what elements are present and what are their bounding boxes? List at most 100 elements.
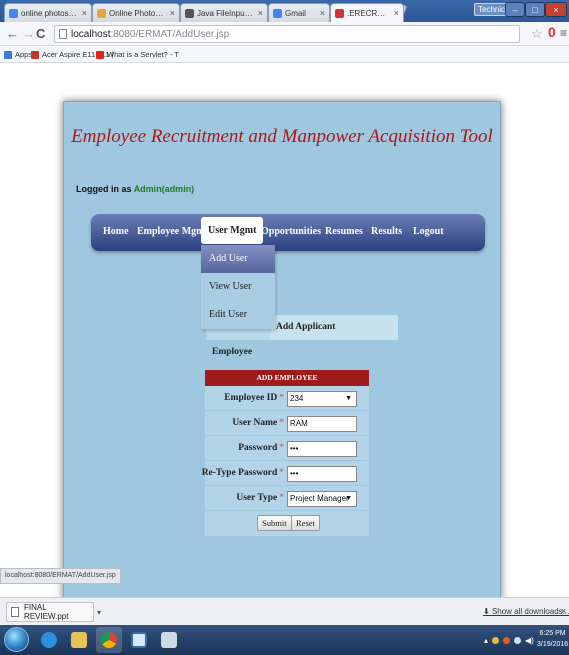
close-tab-icon[interactable]: ×	[258, 8, 263, 18]
browser-tab-1[interactable]: online photoshop free - ×	[4, 3, 92, 22]
url-host: localhost	[71, 28, 111, 40]
select-value: Project Manager	[290, 494, 349, 503]
dropdown-add-user[interactable]: Add User	[201, 245, 275, 273]
close-tab-icon[interactable]: ×	[320, 8, 325, 18]
menu-resumes[interactable]: Resumes	[325, 214, 363, 251]
bookmark-servlet[interactable]: What is a Servlet? - T	[96, 50, 179, 59]
window-icon	[131, 632, 147, 648]
minimize-button[interactable]: –	[505, 2, 525, 17]
tutorials-icon	[185, 8, 194, 18]
tab-label: Java FileInputStream and	[197, 8, 255, 18]
bookmark-label: What is a Servlet? - T	[107, 50, 179, 59]
maximize-button[interactable]: □	[525, 2, 545, 17]
youtube-icon	[96, 50, 104, 59]
document-icon	[11, 607, 19, 617]
tray-expand-icon[interactable]: ▴	[484, 636, 488, 645]
dropdown-caret-icon: ▼	[345, 395, 352, 402]
reset-button[interactable]: Reset	[291, 515, 320, 531]
menu-icon[interactable]: ≡	[560, 26, 567, 40]
dropdown-edit-user[interactable]: Edit User	[201, 301, 275, 329]
tab-add-applicant[interactable]: Add Applicant	[270, 315, 398, 340]
downloads-bar: FINAL REVIEW.ppt ▾ ⬇ Show all downloads.…	[0, 597, 569, 625]
form-row-password: Password * •••	[205, 436, 369, 461]
clock-time: 6:25 PM	[539, 630, 566, 637]
page-viewport: Employee Recruitment and Manpower Acquis…	[0, 63, 569, 597]
system-tray: ▴ ◀)	[484, 625, 534, 655]
field-label: Employee ID *	[224, 393, 284, 403]
menu-user-mgmt[interactable]: User Mgmt	[201, 217, 264, 244]
battery-icon[interactable]	[514, 636, 522, 644]
select-value: 234	[290, 394, 304, 403]
show-all-downloads-link[interactable]: ⬇ Show all downloads...	[483, 607, 569, 616]
page-icon	[335, 8, 344, 18]
browser-tab-3[interactable]: Java FileInputStream and ×	[180, 3, 268, 22]
app-container: Employee Recruitment and Manpower Acquis…	[63, 101, 501, 597]
form-actions: Submit Reset	[205, 511, 369, 536]
browser-tab-2[interactable]: Online Photoshop Free - ×	[92, 3, 180, 22]
form-row-user-name: User Name * RAM	[205, 411, 369, 436]
close-downloads-icon[interactable]: ×	[561, 606, 566, 616]
bookmark-star-icon[interactable]: ☆	[531, 26, 543, 42]
dropdown-view-user[interactable]: View User	[201, 273, 275, 301]
submit-button[interactable]: Submit	[257, 515, 292, 531]
network-icon[interactable]	[503, 636, 511, 644]
volume-icon[interactable]: ◀)	[525, 636, 534, 645]
login-prefix: Logged in as	[76, 184, 132, 194]
page-icon	[59, 29, 67, 39]
extension-icon[interactable]: 0	[548, 24, 556, 40]
close-tab-icon[interactable]: ×	[170, 8, 175, 18]
menu-logout[interactable]: Logout	[413, 214, 444, 251]
chrome-icon	[101, 632, 117, 648]
tab-label: .ERECRUITMENT.	[347, 8, 391, 18]
back-arrow-icon[interactable]: ←	[6, 26, 19, 42]
browser-tab-5[interactable]: .ERECRUITMENT. ×	[330, 3, 404, 22]
forward-arrow-icon[interactable]: →	[22, 26, 35, 42]
menu-results[interactable]: Results	[371, 214, 402, 251]
document-icon	[161, 632, 177, 648]
taskbar-app-4[interactable]	[126, 627, 152, 653]
field-label: Password *	[238, 443, 284, 453]
menu-employee-mgmt[interactable]: Employee Mgmt	[137, 214, 208, 251]
close-tab-icon[interactable]: ×	[82, 8, 87, 18]
taskbar-ie[interactable]	[36, 627, 62, 653]
internet-explorer-icon	[41, 632, 57, 648]
photoshop-icon	[97, 8, 106, 18]
field-label: Re-Type Password *	[201, 468, 284, 478]
folder-icon	[71, 632, 87, 648]
status-bar-url: localhost:8080/ERMAT/AddUser.jsp	[0, 568, 121, 584]
flag-icon[interactable]	[492, 636, 500, 644]
login-user: Admin(admin)	[133, 184, 195, 194]
taskbar-explorer[interactable]	[66, 627, 92, 653]
menu-home[interactable]: Home	[103, 214, 129, 251]
browser-tab-4[interactable]: Gmail ×	[268, 3, 330, 22]
main-menu: Home Employee Mgmt User Mgmt Opportuniti…	[91, 214, 485, 251]
close-window-button[interactable]: ×	[545, 2, 567, 17]
taskbar-chrome[interactable]	[96, 627, 122, 653]
google-icon	[9, 8, 18, 18]
user-name-input[interactable]: RAM	[287, 416, 357, 432]
address-bar[interactable]: localhost:8080/ERMAT/AddUser.jsp	[54, 25, 520, 43]
bookmark-apps[interactable]: Apps	[4, 50, 32, 59]
employee-id-select[interactable]: 234 ▼	[287, 391, 357, 407]
tab-label: Gmail	[285, 8, 306, 18]
taskbar-clock[interactable]: 6:25 PM 3/19/2016	[537, 628, 568, 650]
field-label: User Type *	[236, 493, 284, 503]
retype-password-input[interactable]: •••	[287, 466, 357, 482]
user-mgmt-dropdown: Add User View User Edit User	[201, 245, 275, 329]
close-tab-icon[interactable]: ×	[394, 8, 399, 18]
start-button[interactable]	[4, 627, 29, 652]
bookmark-label: Apps	[15, 50, 33, 59]
page-title: Employee Recruitment and Manpower Acquis…	[71, 126, 493, 147]
user-type-select[interactable]: Project Manager ▼	[287, 491, 357, 507]
tab-label: Online Photoshop Free -	[109, 8, 167, 18]
acer-icon	[31, 50, 39, 59]
form-header: ADD EMPLOYEE	[205, 370, 369, 386]
taskbar-app-5[interactable]	[156, 627, 182, 653]
reload-icon[interactable]: C	[36, 26, 45, 42]
password-input[interactable]: •••	[287, 441, 357, 457]
download-item[interactable]: FINAL REVIEW.ppt	[6, 602, 94, 622]
field-label: User Name *	[232, 418, 284, 428]
download-options-icon[interactable]: ▾	[97, 608, 101, 617]
apps-icon	[4, 50, 12, 59]
gmail-icon	[273, 8, 282, 18]
